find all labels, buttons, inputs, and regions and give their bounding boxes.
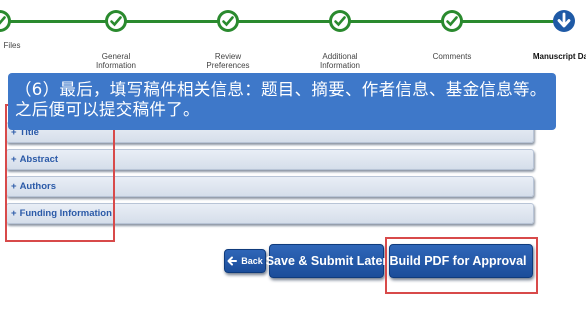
check-circle-icon[interactable] (0, 9, 12, 33)
step-label-comments: Comments (432, 52, 472, 61)
step-label-manuscript-data: Manuscript Data (532, 52, 586, 61)
step-label-additional-information: Additional Information (319, 52, 361, 70)
down-arrow-circle-icon[interactable] (552, 9, 576, 33)
left-arrow-icon (227, 256, 238, 266)
step-label-general-information: General Information (95, 52, 137, 70)
progress-track (0, 20, 570, 23)
save-submit-later-label: Save & Submit Later (265, 254, 388, 268)
back-label: Back (241, 256, 263, 266)
check-circle-icon[interactable] (328, 9, 352, 33)
step-label-review-preferences: Review Preferences (206, 52, 250, 70)
check-circle-icon[interactable] (104, 9, 128, 33)
progress-stepper: Files General Information Review Prefere… (0, 0, 586, 76)
instruction-callout: （6）最后，填写稿件相关信息：题目、摘要、作者信息、基金信息等。之后便可以提交稿… (8, 73, 556, 130)
save-submit-later-button[interactable]: Save & Submit Later (266, 244, 387, 278)
check-circle-icon[interactable] (440, 9, 464, 33)
step-label-files: Files (3, 41, 21, 50)
check-circle-icon[interactable] (216, 9, 240, 33)
highlight-box-build-pdf (385, 237, 538, 294)
back-button[interactable]: Back (224, 249, 266, 273)
